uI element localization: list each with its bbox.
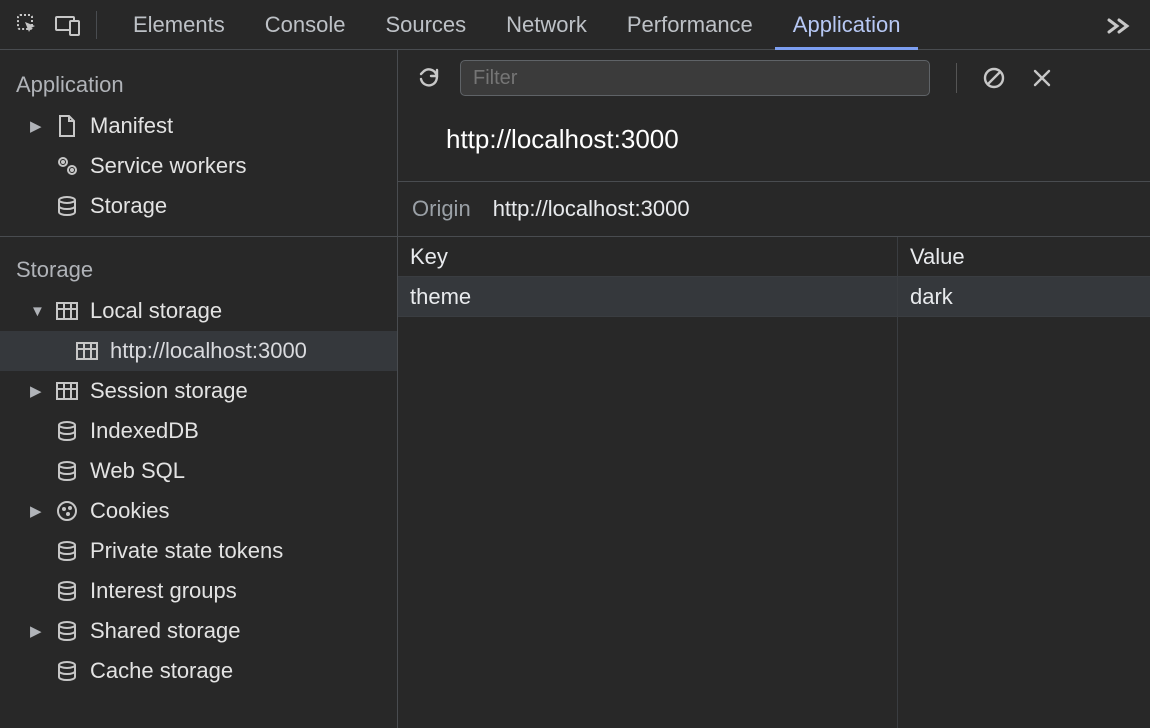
sidebar-item-cookies[interactable]: ▶ Cookies [0, 491, 397, 531]
sidebar-item-storage-top[interactable]: Storage [0, 186, 397, 226]
tab-console[interactable]: Console [247, 0, 364, 50]
origin-url: http://localhost:3000 [398, 106, 1150, 181]
tab-network[interactable]: Network [488, 0, 605, 50]
sidebar-item-cache-storage[interactable]: Cache storage [0, 651, 397, 691]
document-icon [54, 113, 80, 139]
origin-meta: Origin http://localhost:3000 [398, 181, 1150, 237]
sidebar-item-private-state-tokens[interactable]: Private state tokens [0, 531, 397, 571]
sidebar-item-label: Local storage [90, 298, 222, 324]
sidebar-item-label: Manifest [90, 113, 173, 139]
table-icon [54, 298, 80, 324]
origin-value: http://localhost:3000 [493, 196, 690, 222]
cell-key[interactable]: theme [398, 277, 898, 316]
application-sidebar: Application ▶ Manifest Service workers [0, 50, 398, 728]
sidebar-item-label: IndexedDB [90, 418, 199, 444]
origin-label: Origin [412, 196, 471, 222]
sidebar-item-shared-storage[interactable]: ▶ Shared storage [0, 611, 397, 651]
sidebar-item-label: Service workers [90, 153, 246, 179]
tab-elements[interactable]: Elements [115, 0, 243, 50]
table-row[interactable]: theme dark [398, 277, 1150, 317]
sidebar-item-service-workers[interactable]: Service workers [0, 146, 397, 186]
sidebar-item-label: Private state tokens [90, 538, 283, 564]
more-tabs-icon[interactable] [1094, 14, 1140, 36]
storage-toolbar [398, 50, 1150, 106]
table-header: Key Value [398, 237, 1150, 277]
database-icon [54, 618, 80, 644]
refresh-icon[interactable] [412, 61, 446, 95]
sidebar-item-label: Web SQL [90, 458, 185, 484]
table-icon [54, 378, 80, 404]
sidebar-section-storage: Storage [0, 249, 397, 291]
database-icon [54, 578, 80, 604]
separator [956, 63, 957, 93]
separator [96, 11, 97, 39]
cell-value[interactable]: dark [898, 277, 1150, 316]
sidebar-item-label: Shared storage [90, 618, 240, 644]
database-icon [54, 418, 80, 444]
sidebar-item-interest-groups[interactable]: Interest groups [0, 571, 397, 611]
filter-input[interactable] [460, 60, 930, 96]
storage-table: Key Value theme dark [398, 237, 1150, 317]
sidebar-item-label: Storage [90, 193, 167, 219]
database-icon [54, 538, 80, 564]
table-empty-area [398, 317, 1150, 728]
sidebar-divider [0, 236, 397, 237]
sidebar-item-local-storage[interactable]: ▼ Local storage [0, 291, 397, 331]
sidebar-item-local-storage-origin[interactable]: http://localhost:3000 [0, 331, 397, 371]
sidebar-item-websql[interactable]: Web SQL [0, 451, 397, 491]
sidebar-item-label: Cache storage [90, 658, 233, 684]
column-key[interactable]: Key [398, 237, 898, 276]
column-value[interactable]: Value [898, 237, 1150, 276]
sidebar-item-indexeddb[interactable]: IndexedDB [0, 411, 397, 451]
inspect-element-icon[interactable] [10, 7, 46, 43]
tab-performance[interactable]: Performance [609, 0, 771, 50]
sidebar-item-label: http://localhost:3000 [110, 338, 307, 364]
sidebar-item-label: Cookies [90, 498, 169, 524]
tab-application[interactable]: Application [775, 0, 919, 50]
sidebar-item-label: Interest groups [90, 578, 237, 604]
database-icon [54, 193, 80, 219]
table-icon [74, 338, 100, 364]
database-icon [54, 458, 80, 484]
tab-sources[interactable]: Sources [367, 0, 484, 50]
close-icon[interactable] [1025, 61, 1059, 95]
device-toolbar-icon[interactable] [50, 7, 86, 43]
clear-all-icon[interactable] [977, 61, 1011, 95]
sidebar-item-manifest[interactable]: ▶ Manifest [0, 106, 397, 146]
cookie-icon [54, 498, 80, 524]
sidebar-section-application: Application [0, 64, 397, 106]
devtools-tabbar: Elements Console Sources Network Perform… [0, 0, 1150, 50]
storage-main-panel: http://localhost:3000 Origin http://loca… [398, 50, 1150, 728]
sidebar-item-session-storage[interactable]: ▶ Session storage [0, 371, 397, 411]
database-icon [54, 658, 80, 684]
sidebar-item-label: Session storage [90, 378, 248, 404]
gears-icon [54, 153, 80, 179]
